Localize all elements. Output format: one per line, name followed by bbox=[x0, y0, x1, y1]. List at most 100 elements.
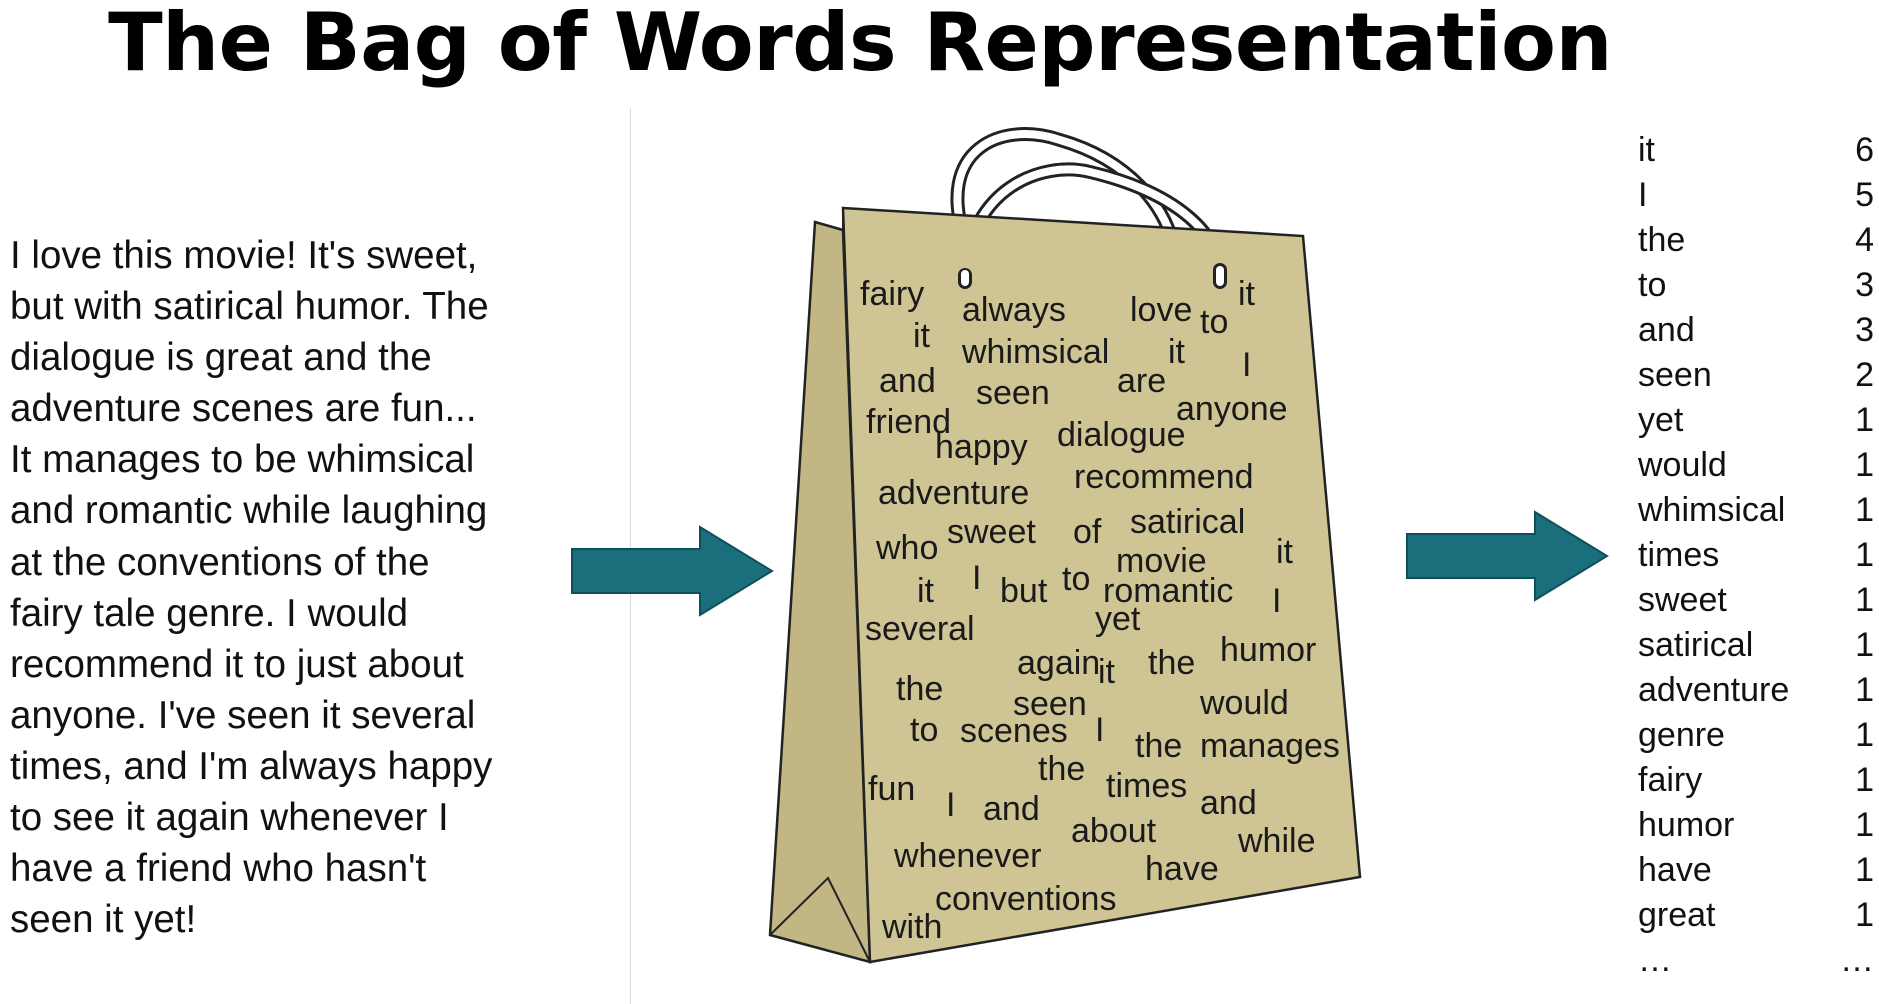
word-count: 1 bbox=[1855, 491, 1874, 529]
word-count: 5 bbox=[1855, 176, 1874, 214]
bag-word: the bbox=[896, 670, 943, 708]
word-count-row: whimsical 1 bbox=[1638, 488, 1878, 533]
bag-word: several bbox=[865, 610, 975, 648]
bag-word: the bbox=[1148, 644, 1195, 682]
word-count-row: to 3 bbox=[1638, 263, 1878, 308]
bag-word: again bbox=[1017, 644, 1100, 682]
word-count: 1 bbox=[1855, 401, 1874, 439]
bag-word: I bbox=[1272, 582, 1281, 620]
word-label: to bbox=[1638, 266, 1667, 304]
word-count: 1 bbox=[1855, 896, 1874, 934]
bag-word: fairy bbox=[860, 275, 924, 313]
bag-word: fun bbox=[868, 770, 915, 808]
word-count-row: have 1 bbox=[1638, 848, 1878, 893]
bag-word: scenes bbox=[960, 712, 1068, 750]
word-count: 6 bbox=[1855, 131, 1874, 169]
arrow-right-icon bbox=[1406, 510, 1609, 602]
bag-word: are bbox=[1117, 362, 1166, 400]
word-count-row: it 6 bbox=[1638, 128, 1878, 173]
bag-word: anyone bbox=[1176, 390, 1288, 428]
bag-word: but bbox=[1000, 572, 1048, 610]
word-count-row: genre 1 bbox=[1638, 713, 1878, 758]
word-label: fairy bbox=[1638, 761, 1703, 799]
bag-word: satirical bbox=[1130, 503, 1245, 541]
bag-word: adventure bbox=[878, 474, 1029, 512]
word-count: … bbox=[1840, 941, 1874, 979]
bag-word: have bbox=[1145, 850, 1219, 888]
bag-word: to bbox=[1200, 303, 1228, 341]
bag-word: the bbox=[1135, 727, 1182, 765]
word-count: 1 bbox=[1855, 446, 1874, 484]
word-count: 1 bbox=[1855, 581, 1874, 619]
word-label: yet bbox=[1638, 401, 1684, 439]
bag-word: to bbox=[1062, 560, 1090, 598]
bag-word: it bbox=[1238, 275, 1256, 313]
word-label: great bbox=[1638, 896, 1716, 934]
bag-word: dialogue bbox=[1057, 416, 1186, 454]
bag-word: whimsical bbox=[961, 333, 1109, 371]
bag-word: it bbox=[913, 317, 931, 355]
bag-word: seen bbox=[976, 374, 1050, 412]
bag-word: happy bbox=[935, 428, 1028, 466]
bag-word: and bbox=[983, 790, 1040, 828]
word-count-row: seen 2 bbox=[1638, 353, 1878, 398]
word-label: times bbox=[1638, 536, 1720, 574]
word-count-row: I5 bbox=[1638, 173, 1878, 218]
word-count-row: would 1 bbox=[1638, 443, 1878, 488]
bag-word: with bbox=[881, 908, 942, 946]
word-label: seen bbox=[1638, 356, 1712, 394]
bag-word: recommend bbox=[1074, 458, 1254, 496]
bag-word: whenever bbox=[893, 837, 1041, 875]
word-count-row: times 1 bbox=[1638, 533, 1878, 578]
word-count: 1 bbox=[1855, 851, 1874, 889]
bag-word: who bbox=[875, 529, 938, 567]
bag-word: while bbox=[1237, 822, 1315, 860]
word-label: the bbox=[1638, 221, 1686, 259]
word-label: and bbox=[1638, 311, 1695, 349]
word-count-row: humor 1 bbox=[1638, 803, 1878, 848]
word-count: 4 bbox=[1855, 221, 1874, 259]
bag-word: it bbox=[1168, 333, 1186, 371]
shopping-bag-icon: fairy always love toitit whimsical it Iand seen… bbox=[768, 127, 1362, 964]
bag-word: I bbox=[972, 559, 981, 597]
bag-word: it bbox=[917, 572, 935, 610]
word-count-row: sweet 1 bbox=[1638, 578, 1878, 623]
word-label: humor bbox=[1638, 806, 1735, 844]
word-count: 3 bbox=[1855, 266, 1874, 304]
word-count-row: satirical 1 bbox=[1638, 623, 1878, 668]
word-label: sweet bbox=[1638, 581, 1727, 619]
word-label: satirical bbox=[1638, 626, 1754, 664]
arrow-shape bbox=[1406, 510, 1609, 602]
bag-word: times bbox=[1106, 767, 1187, 805]
bag-word: and bbox=[879, 362, 936, 400]
word-count: 1 bbox=[1855, 626, 1874, 664]
bag-word: yet bbox=[1095, 600, 1141, 638]
bag-word: I bbox=[1242, 346, 1251, 384]
bag-word: humor bbox=[1220, 631, 1316, 669]
word-count-row: fairy 1 bbox=[1638, 758, 1878, 803]
bag-word: I bbox=[1095, 711, 1104, 749]
word-label: I bbox=[1638, 176, 1648, 214]
word-count-row: great 1 bbox=[1638, 893, 1878, 938]
word-count: 1 bbox=[1855, 806, 1874, 844]
word-count: 1 bbox=[1855, 671, 1874, 709]
bag-word: about bbox=[1071, 812, 1157, 850]
word-count-row: adventure 1 bbox=[1638, 668, 1878, 713]
word-count-row: and 3 bbox=[1638, 308, 1878, 353]
word-label: … bbox=[1638, 941, 1672, 979]
word-label: it bbox=[1638, 131, 1655, 169]
bag-word: it bbox=[1276, 533, 1294, 571]
word-count: 1 bbox=[1855, 536, 1874, 574]
bag-word: always bbox=[962, 291, 1066, 329]
bag-word: and bbox=[1200, 784, 1257, 822]
word-count-row: …… bbox=[1638, 938, 1878, 983]
word-count: 1 bbox=[1855, 761, 1874, 799]
bag-word: manages bbox=[1200, 727, 1340, 765]
word-label: have bbox=[1638, 851, 1712, 889]
word-label: genre bbox=[1638, 716, 1725, 754]
bag-word: the bbox=[1038, 750, 1085, 788]
word-count: 2 bbox=[1855, 356, 1874, 394]
word-count: 3 bbox=[1855, 311, 1874, 349]
word-count: 1 bbox=[1855, 716, 1874, 754]
bag-word: to bbox=[910, 711, 938, 749]
